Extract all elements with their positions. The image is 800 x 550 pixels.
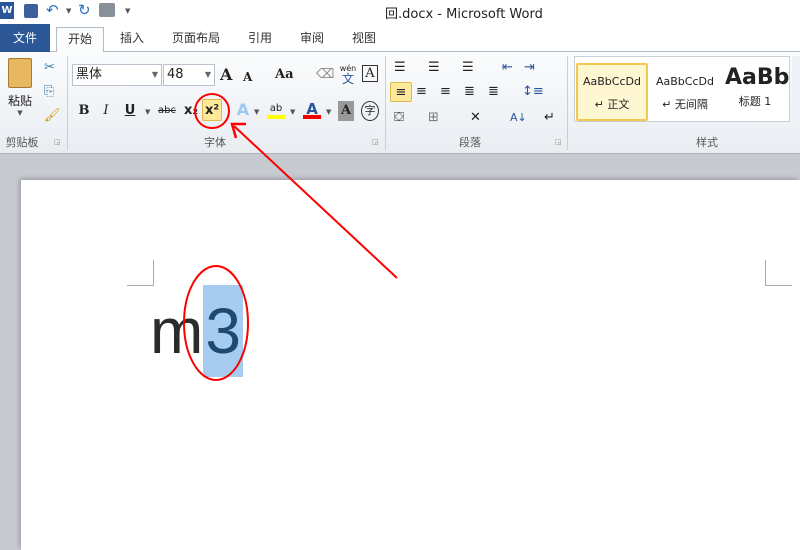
annotation-circle-text [183, 265, 249, 381]
annotation-arrow-line [233, 125, 398, 279]
annotation-circle-superscript [194, 93, 230, 129]
annotation-overlay [183, 93, 398, 381]
